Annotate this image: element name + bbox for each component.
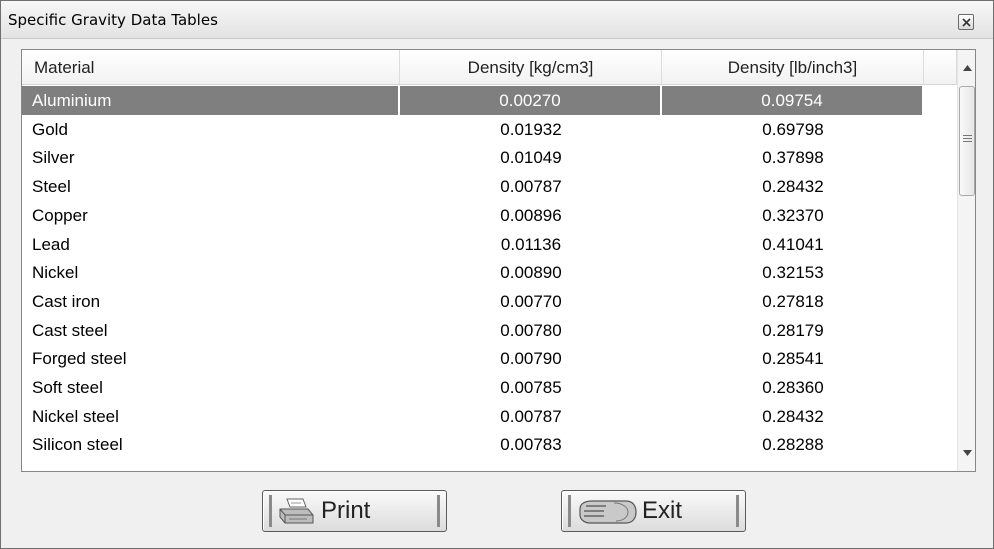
cell-density-kg: 0.01932 <box>500 119 562 139</box>
cell-density-kg: 0.01049 <box>500 148 562 168</box>
table-row[interactable]: Aluminium 0.00270 0.09754 <box>22 86 957 115</box>
cell-material: Silicon steel <box>32 435 123 455</box>
cell-density-lb: 0.09754 <box>662 86 924 115</box>
print-button-left-edge <box>269 495 272 527</box>
scroll-up-button[interactable] <box>958 50 976 86</box>
table-row[interactable]: Copper 0.00896 0.32370 <box>22 201 957 230</box>
cell-density-lb: 0.69798 <box>762 119 824 139</box>
cell-density-kg: 0.00770 <box>500 291 562 311</box>
column-header-filler <box>924 50 957 85</box>
table-row[interactable]: Forged steel 0.00790 0.28541 <box>22 344 957 373</box>
cell-density-kg: 0.00785 <box>500 378 562 397</box>
cell-material: Nickel <box>32 263 79 283</box>
cell-material: Aluminium <box>22 86 400 115</box>
cell-density-kg: 0.01136 <box>500 234 562 254</box>
cell-material: Copper <box>32 205 88 225</box>
table-body: Aluminium 0.00270 0.09754 Gold 0.01932 0.6979… <box>22 86 957 472</box>
cell-density-lb: 0.28432 <box>762 177 824 197</box>
print-button[interactable]: Print <box>262 490 447 532</box>
table-row[interactable]: Gold 0.01932 0.69798 <box>22 115 957 144</box>
column-header-density-lb[interactable]: Density [lb/inch3] <box>662 50 924 85</box>
cell-material: Gold <box>32 119 68 139</box>
window-title: Specific Gravity Data Tables <box>8 11 218 29</box>
dialog-window: Specific Gravity Data Tables Material De… <box>0 0 994 549</box>
cell-material: Soft steel <box>32 378 103 397</box>
exit-hand-icon <box>576 497 638 532</box>
close-button[interactable] <box>958 14 974 30</box>
column-header-density-kg[interactable]: Density [kg/cm3] <box>400 50 662 85</box>
cell-density-kg: 0.00270 <box>400 86 662 115</box>
exit-button-right-edge <box>736 495 739 527</box>
scroll-up-arrow-icon <box>962 65 972 71</box>
cell-density-lb: 0.32153 <box>762 263 824 283</box>
exit-button-label: Exit <box>642 497 683 524</box>
cell-material: Steel <box>32 177 71 197</box>
scroll-down-arrow-icon <box>962 450 972 456</box>
scroll-down-button[interactable] <box>958 435 976 471</box>
table-header: Material Density [kg/cm3] Density [lb/in… <box>22 50 957 85</box>
scroll-grip-icon <box>963 135 972 144</box>
cell-material: Lead <box>32 234 70 254</box>
cell-density-kg: 0.00787 <box>500 406 562 426</box>
cell-material: Cast iron <box>32 291 101 311</box>
title-bar[interactable]: Specific Gravity Data Tables <box>1 1 993 39</box>
table-row[interactable]: Lead 0.01136 0.41041 <box>22 230 957 259</box>
close-icon <box>962 18 971 27</box>
cell-density-kg: 0.00896 <box>500 205 562 225</box>
exit-button[interactable]: Exit <box>561 490 746 532</box>
cell-density-kg: 0.00780 <box>500 320 562 340</box>
cell-density-lb: 0.37898 <box>762 148 824 168</box>
density-table[interactable]: Material Density [kg/cm3] Density [lb/in… <box>21 49 976 472</box>
exit-button-left-edge <box>568 495 571 527</box>
table-row[interactable]: Cast steel 0.00780 0.28179 <box>22 316 957 345</box>
cell-density-lb: 0.41041 <box>762 234 824 254</box>
cell-material: Nickel steel <box>32 406 119 426</box>
print-button-label: Print <box>321 497 371 524</box>
cell-density-lb: 0.27818 <box>762 291 824 311</box>
table-row[interactable]: Nickel 0.00890 0.32153 <box>22 258 957 287</box>
cell-density-lb: 0.28360 <box>762 378 824 397</box>
cell-material: Cast steel <box>32 320 108 340</box>
print-button-right-edge <box>437 495 440 527</box>
table-row[interactable]: Silicon steel 0.00783 0.28288 <box>22 430 957 459</box>
cell-density-kg: 0.00890 <box>500 263 562 283</box>
table-row[interactable]: Soft steel 0.00785 0.28360 <box>22 373 957 402</box>
table-row[interactable]: Silver 0.01049 0.37898 <box>22 143 957 172</box>
vertical-scrollbar[interactable] <box>957 50 975 471</box>
cell-material: Forged steel <box>32 349 127 369</box>
cell-density-lb: 0.32370 <box>762 205 824 225</box>
cell-density-kg: 0.00790 <box>500 349 562 369</box>
cell-material: Silver <box>32 148 75 168</box>
cell-density-kg: 0.00783 <box>500 435 562 455</box>
column-header-material[interactable]: Material <box>22 50 400 85</box>
cell-density-lb: 0.28432 <box>762 406 824 426</box>
scroll-thumb[interactable] <box>959 86 975 196</box>
cell-density-lb: 0.28541 <box>762 349 824 369</box>
cell-density-kg: 0.00787 <box>500 177 562 197</box>
cell-density-lb: 0.28288 <box>762 435 824 455</box>
table-row[interactable]: Cast iron 0.00770 0.27818 <box>22 287 957 316</box>
table-row[interactable]: Steel 0.00787 0.28432 <box>22 172 957 201</box>
table-row[interactable]: Nickel steel 0.00787 0.28432 <box>22 402 957 431</box>
cell-density-lb: 0.28179 <box>762 320 824 340</box>
printer-icon <box>277 497 315 532</box>
